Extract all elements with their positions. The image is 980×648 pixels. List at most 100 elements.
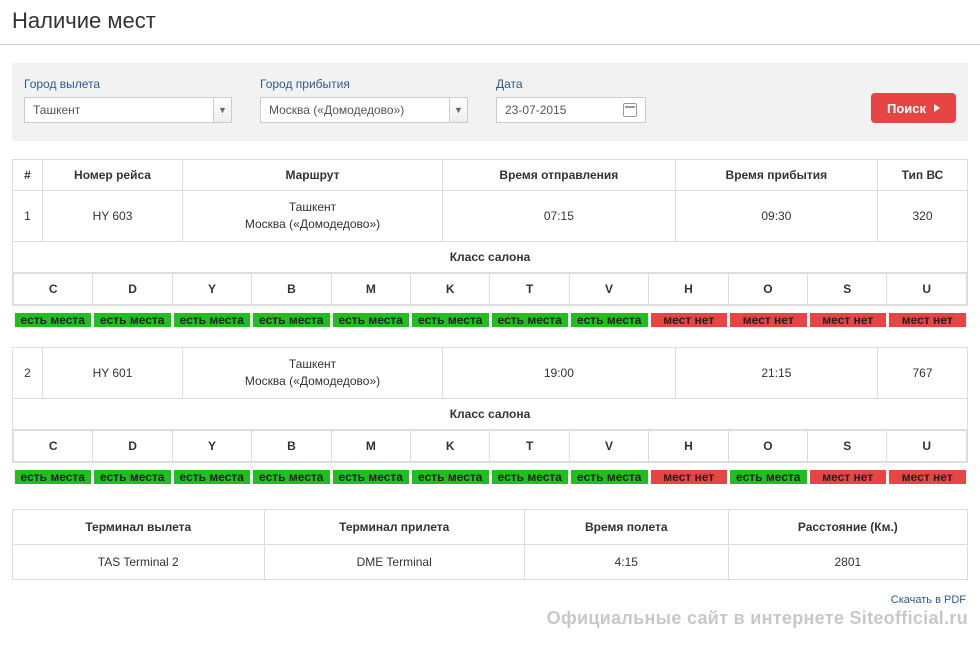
col-arr: Время прибытия bbox=[675, 160, 877, 191]
cell-arr: 21:15 bbox=[675, 348, 877, 399]
arrival-label: Город прибытия bbox=[260, 77, 468, 91]
class-header-cell: M bbox=[331, 430, 410, 461]
availability-row: есть местаесть местаесть местаесть места… bbox=[13, 462, 968, 485]
class-header-cell: H bbox=[649, 273, 728, 304]
class-header-cell: V bbox=[569, 273, 648, 304]
flight-row: 1 HY 603 Ташкент Москва («Домодедово») 0… bbox=[13, 191, 968, 242]
availability-cell: есть места bbox=[491, 312, 570, 328]
availability-cell: есть места bbox=[93, 312, 172, 328]
departure-group: Город вылета Ташкент ▼ bbox=[24, 77, 232, 123]
class-header-cell: Y bbox=[172, 430, 251, 461]
cell-route: Ташкент Москва («Домодедово») bbox=[183, 191, 443, 242]
terminal-data-row: TAS Terminal 2 DME Terminal 4:15 2801 bbox=[13, 544, 968, 579]
class-header-cell: O bbox=[728, 273, 807, 304]
col-route: Маршрут bbox=[183, 160, 443, 191]
arr-term: DME Terminal bbox=[264, 544, 524, 579]
departure-label: Город вылета bbox=[24, 77, 232, 91]
arr-term-hdr: Терминал прилета bbox=[264, 509, 524, 544]
col-num: # bbox=[13, 160, 43, 191]
chevron-down-icon: ▼ bbox=[218, 105, 227, 115]
search-panel: Город вылета Ташкент ▼ Город прибытия Мо… bbox=[12, 63, 968, 141]
availability-cell: есть места bbox=[252, 312, 331, 328]
class-header-cell: D bbox=[93, 430, 172, 461]
dep-term: TAS Terminal 2 bbox=[13, 544, 265, 579]
availability-cell: есть места bbox=[332, 312, 411, 328]
page-title: Наличие мест bbox=[0, 0, 980, 45]
terminal-table: Терминал вылета Терминал прилета Время п… bbox=[12, 509, 968, 580]
departure-select[interactable]: Ташкент bbox=[24, 97, 214, 123]
cell-dep: 19:00 bbox=[443, 348, 676, 399]
class-row: CDYBMKTVHOSU bbox=[13, 272, 968, 305]
class-header-cell: D bbox=[93, 273, 172, 304]
arrival-select[interactable]: Москва («Домодедово») bbox=[260, 97, 450, 123]
class-header-cell: H bbox=[649, 430, 728, 461]
chevron-down-icon: ▼ bbox=[454, 105, 463, 115]
class-header-cell: T bbox=[490, 273, 569, 304]
availability-cell: есть места bbox=[93, 469, 172, 485]
class-header-cell: B bbox=[252, 430, 331, 461]
cell-route: Ташкент Москва («Домодедово») bbox=[183, 348, 443, 399]
cabin-header: Класс салона bbox=[13, 398, 968, 429]
cell-num: 2 bbox=[13, 348, 43, 399]
class-header-cell: M bbox=[331, 273, 410, 304]
availability-cell: есть места bbox=[411, 312, 490, 328]
col-dep: Время отправления bbox=[443, 160, 676, 191]
col-aircraft: Тип ВС bbox=[878, 160, 968, 191]
cabin-header: Класс салона bbox=[13, 241, 968, 272]
departure-dropdown-btn[interactable]: ▼ bbox=[214, 97, 232, 123]
class-header-cell: U bbox=[887, 430, 967, 461]
cell-arr: 09:30 bbox=[675, 191, 877, 242]
calendar-icon bbox=[623, 103, 637, 117]
availability-cell: есть места bbox=[570, 469, 649, 485]
arrow-right-icon bbox=[934, 104, 940, 112]
class-header-cell: S bbox=[808, 273, 887, 304]
class-header-cell: S bbox=[808, 430, 887, 461]
search-button-label: Поиск bbox=[887, 101, 926, 116]
cell-aircraft: 767 bbox=[878, 348, 968, 399]
availability-cell: мест нет bbox=[809, 469, 888, 485]
distance-hdr: Расстояние (Км.) bbox=[728, 509, 967, 544]
date-value: 23-07-2015 bbox=[505, 103, 566, 117]
cell-flight: HY 601 bbox=[43, 348, 183, 399]
flight-time-hdr: Время полета bbox=[524, 509, 728, 544]
class-header-cell: U bbox=[887, 273, 967, 304]
availability-cell: есть места bbox=[411, 469, 490, 485]
flight-time: 4:15 bbox=[524, 544, 728, 579]
cell-flight: HY 603 bbox=[43, 191, 183, 242]
search-button[interactable]: Поиск bbox=[871, 93, 956, 123]
availability-row: есть местаесть местаесть местаесть места… bbox=[13, 305, 968, 328]
availability-cell: есть места bbox=[173, 312, 252, 328]
distance: 2801 bbox=[728, 544, 967, 579]
col-flight: Номер рейса bbox=[43, 160, 183, 191]
dep-term-hdr: Терминал вылета bbox=[13, 509, 265, 544]
class-header-cell: C bbox=[14, 273, 93, 304]
availability-cell: мест нет bbox=[888, 469, 967, 485]
class-header-cell: T bbox=[490, 430, 569, 461]
flights-table: # Номер рейса Маршрут Время отправления … bbox=[12, 159, 968, 485]
class-header-cell: K bbox=[411, 430, 490, 461]
class-header-cell: K bbox=[411, 273, 490, 304]
availability-cell: мест нет bbox=[729, 312, 808, 328]
availability-cell: мест нет bbox=[888, 312, 967, 328]
pdf-download-link[interactable]: Скачать в PDF bbox=[0, 588, 980, 608]
cell-aircraft: 320 bbox=[878, 191, 968, 242]
availability-cell: есть места bbox=[14, 312, 93, 328]
availability-cell: есть места bbox=[14, 469, 93, 485]
availability-cell: мест нет bbox=[809, 312, 888, 328]
availability-cell: мест нет bbox=[650, 469, 729, 485]
availability-cell: есть места bbox=[570, 312, 649, 328]
terminal-header-row: Терминал вылета Терминал прилета Время п… bbox=[13, 509, 968, 544]
class-header-cell: B bbox=[252, 273, 331, 304]
cell-num: 1 bbox=[13, 191, 43, 242]
class-header-cell: C bbox=[14, 430, 93, 461]
arrival-group: Город прибытия Москва («Домодедово») ▼ bbox=[260, 77, 468, 123]
availability-cell: есть места bbox=[173, 469, 252, 485]
class-header-cell: Y bbox=[172, 273, 251, 304]
date-input[interactable]: 23-07-2015 bbox=[496, 97, 646, 123]
flight-row: 2 HY 601 Ташкент Москва («Домодедово») 1… bbox=[13, 348, 968, 399]
availability-cell: есть места bbox=[729, 469, 808, 485]
availability-cell: мест нет bbox=[650, 312, 729, 328]
arrival-dropdown-btn[interactable]: ▼ bbox=[450, 97, 468, 123]
header-row: # Номер рейса Маршрут Время отправления … bbox=[13, 160, 968, 191]
watermark: Официальные сайт в интернете Siteofficia… bbox=[0, 608, 980, 635]
